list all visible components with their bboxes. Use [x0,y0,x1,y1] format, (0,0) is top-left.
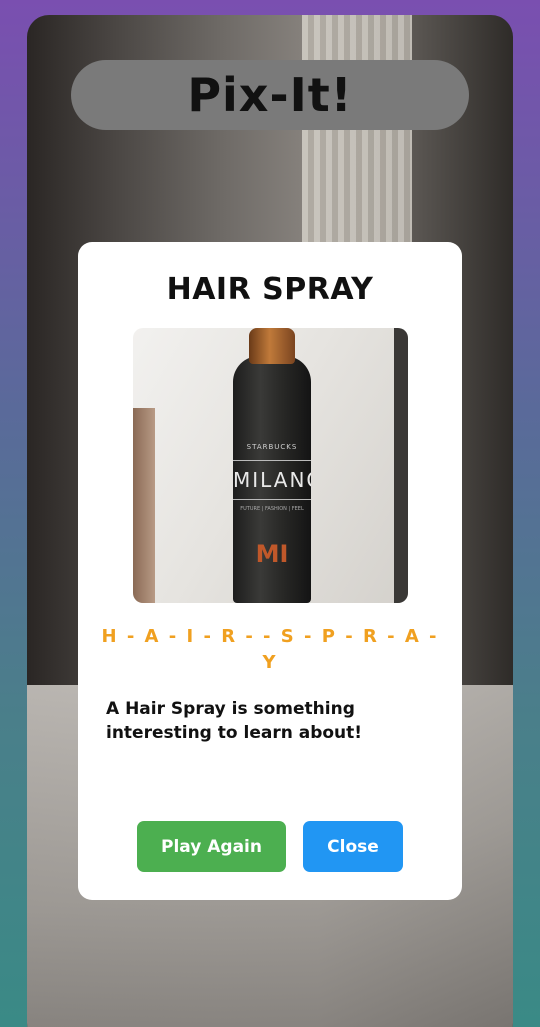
bottle-tagline-text: FUTURE | FASHION | FEEL [240,506,304,512]
background-curtain [302,15,412,275]
bottle-mark-text: MI [255,540,289,568]
close-button[interactable]: Close [303,821,403,872]
photo-shadow-right [394,328,408,603]
play-again-button[interactable]: Play Again [137,821,286,872]
bottle-brand-text: STARBUCKS [246,443,298,451]
app-title: Pix-It! [187,68,353,122]
word-spelling: H - A - I - R - - S - P - R - A - Y [101,626,439,673]
app-title-banner: Pix-It! [71,60,469,130]
photo-shadow-left [133,408,155,603]
object-name-title: HAIR SPRAY [166,272,374,307]
result-card: HAIR SPRAY STARBUCKS MILANO FUTURE | FAS… [78,242,462,900]
captured-photo: STARBUCKS MILANO FUTURE | FASHION | FEEL… [133,328,408,603]
bottle-cap [249,328,295,364]
bottle-label-text: MILANO [233,460,311,500]
object-description: A Hair Spray is something interesting to… [106,699,363,743]
